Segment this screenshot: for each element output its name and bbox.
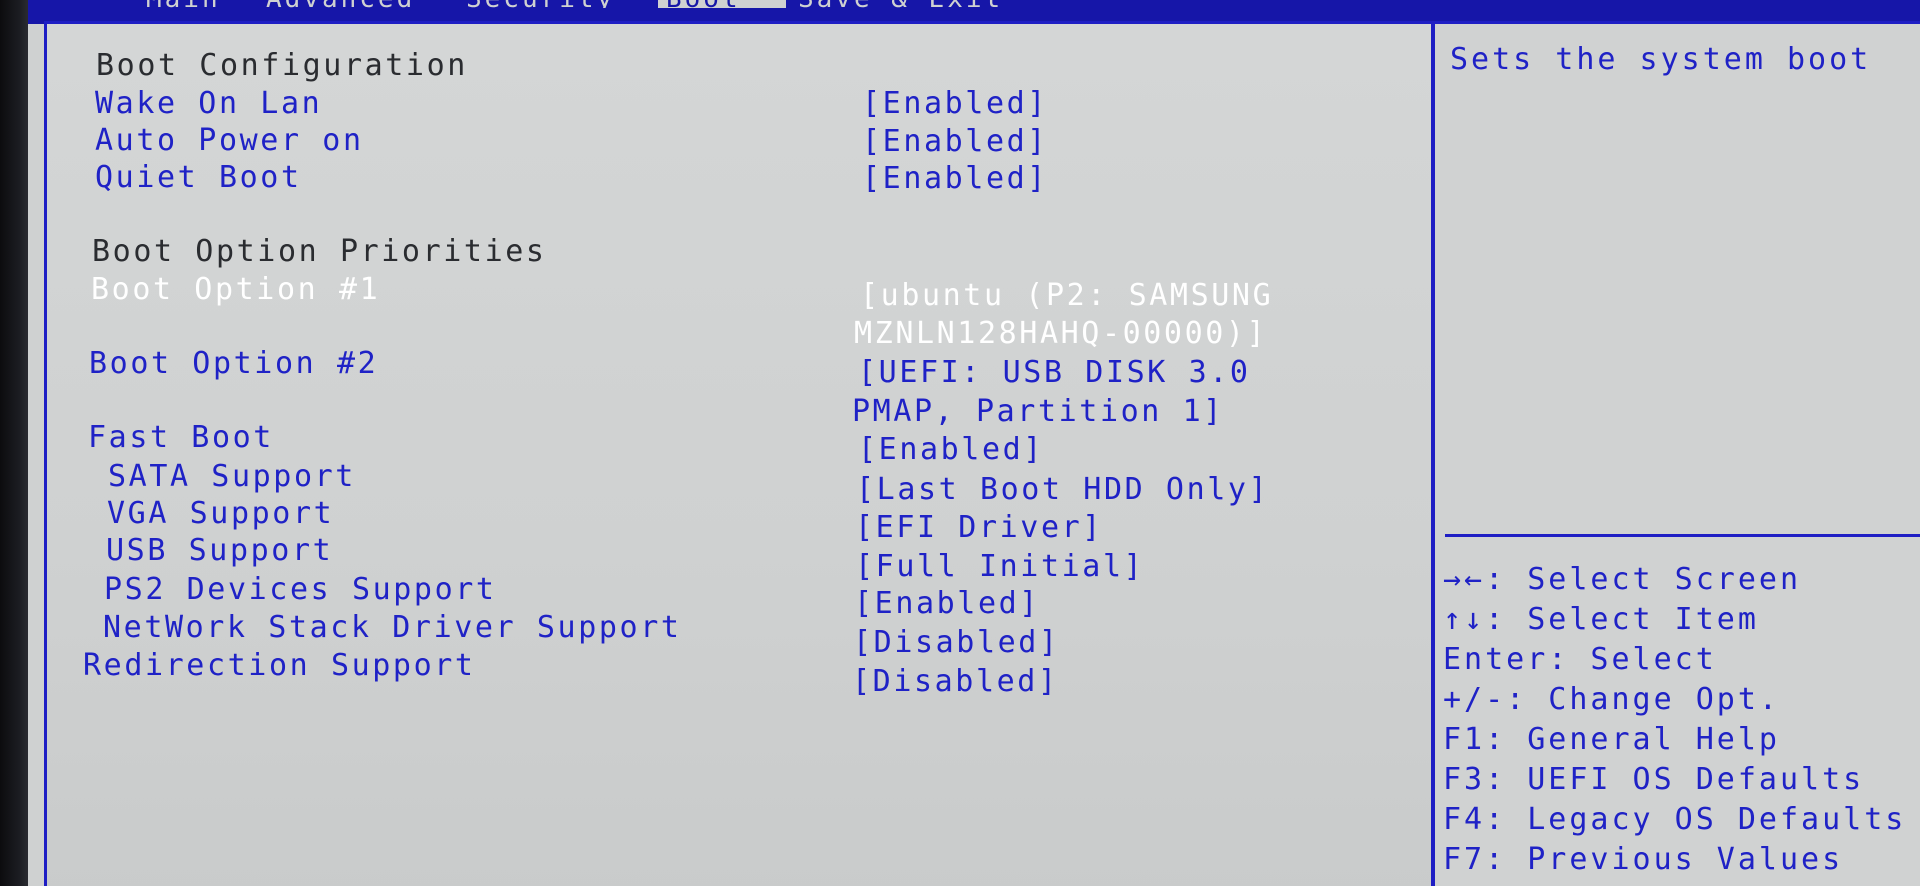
setting-wake-on-lan[interactable]: Wake On Lan: [95, 86, 322, 122]
setting-boot-option-2[interactable]: Boot Option #2: [89, 346, 378, 382]
monitor-bezel: [0, 0, 28, 886]
help-legacy-os-defaults: F4: Legacy OS Defaults: [1443, 802, 1907, 837]
setting-quiet-boot[interactable]: Quiet Boot: [95, 160, 302, 196]
help-uefi-os-defaults: F3: UEFI OS Defaults: [1443, 762, 1865, 797]
value-boot-option-1-line1[interactable]: [ubuntu (P2: SAMSUNG: [860, 278, 1273, 314]
setting-vga-support[interactable]: VGA Support: [107, 496, 334, 532]
section-boot-option-priorities: Boot Option Priorities: [92, 234, 547, 269]
section-boot-configuration: Boot Configuration: [96, 48, 468, 83]
tab-security[interactable]: Security: [466, 0, 615, 8]
value-boot-option-2-line1[interactable]: [UEFI: USB DISK 3.0: [858, 355, 1251, 391]
value-boot-option-1-line2[interactable]: MZNLN128HAHQ-00000)]: [854, 316, 1267, 352]
value-fast-boot[interactable]: [Enabled]: [858, 432, 1044, 468]
value-sata-support[interactable]: [Last Boot HDD Only]: [856, 472, 1269, 508]
setting-network-stack-driver-support[interactable]: NetWork Stack Driver Support: [103, 610, 682, 646]
setting-boot-option-1[interactable]: Boot Option #1: [91, 272, 380, 308]
value-boot-option-2-line2[interactable]: PMAP, Partition 1]: [852, 394, 1224, 430]
value-network-stack-driver-support[interactable]: [Disabled]: [853, 625, 1060, 661]
help-general-help: F1: General Help: [1443, 722, 1780, 757]
value-wake-on-lan[interactable]: [Enabled]: [862, 86, 1048, 122]
value-vga-support[interactable]: [EFI Driver]: [855, 510, 1103, 546]
tab-boot[interactable]: Boot: [658, 0, 786, 8]
setting-redirection-support[interactable]: Redirection Support: [83, 648, 476, 684]
setting-usb-support[interactable]: USB Support: [106, 533, 333, 569]
value-ps2-devices-support[interactable]: [Enabled]: [854, 586, 1040, 622]
help-change-option: +/-: Change Opt.: [1443, 682, 1780, 717]
value-auto-power-on[interactable]: [Enabled]: [862, 124, 1048, 160]
setting-auto-power-on[interactable]: Auto Power on: [95, 123, 364, 159]
tab-main[interactable]: Main: [146, 0, 221, 8]
value-redirection-support[interactable]: [Disabled]: [852, 664, 1059, 700]
setting-sata-support[interactable]: SATA Support: [108, 459, 356, 495]
bios-screen: Main Advanced Security Boot Save & Exit …: [0, 0, 1920, 886]
setting-ps2-devices-support[interactable]: PS2 Devices Support: [104, 572, 497, 608]
setting-fast-boot[interactable]: Fast Boot: [88, 420, 274, 456]
help-divider: [1445, 534, 1920, 537]
help-select-screen: →←: Select Screen: [1443, 562, 1802, 597]
tab-save-exit[interactable]: Save & Exit: [798, 0, 1003, 8]
help-select-item: ↑↓: Select Item: [1443, 602, 1759, 637]
value-usb-support[interactable]: [Full Initial]: [855, 549, 1144, 585]
help-enter-select: Enter: Select: [1443, 642, 1717, 677]
value-quiet-boot[interactable]: [Enabled]: [862, 161, 1048, 197]
help-previous-values: F7: Previous Values: [1443, 842, 1844, 877]
tab-advanced[interactable]: Advanced: [266, 0, 415, 8]
item-description: Sets the system boot: [1450, 42, 1872, 77]
